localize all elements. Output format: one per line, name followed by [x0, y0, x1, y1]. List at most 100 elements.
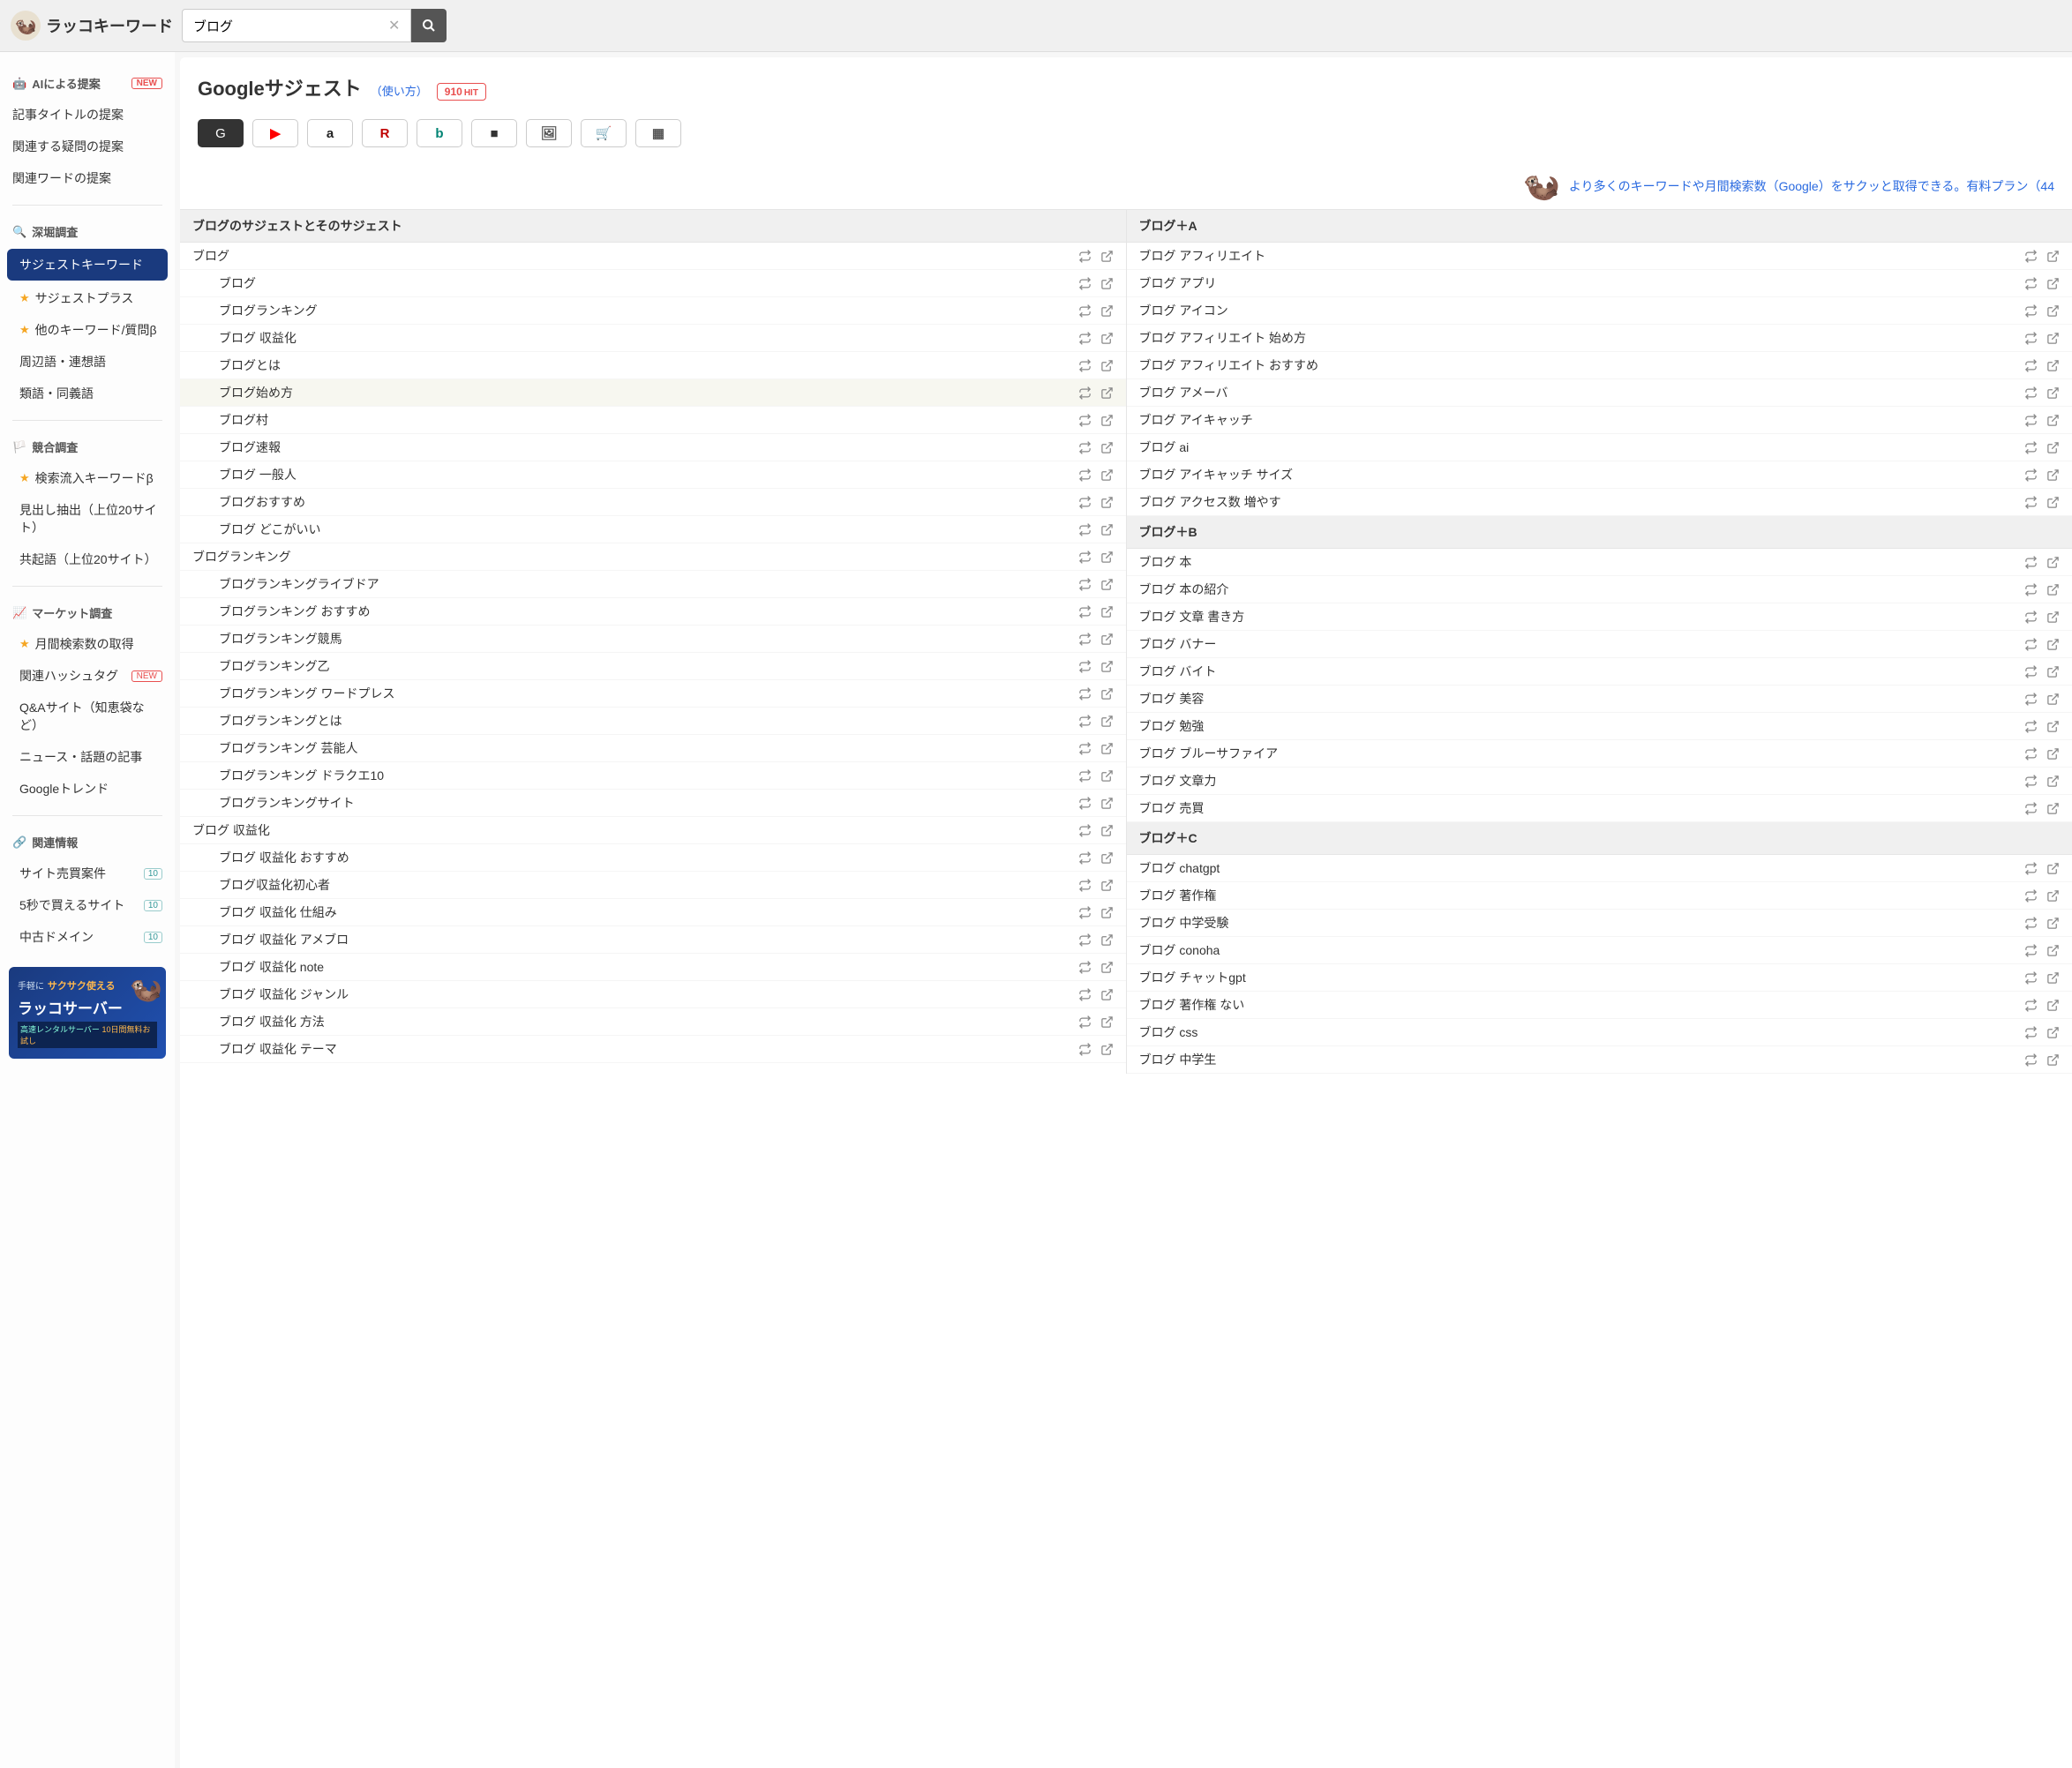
external-link-icon[interactable] [2046, 611, 2060, 624]
retweet-icon[interactable] [1078, 359, 1092, 372]
keyword-row[interactable]: ブログ 文章 書き方 [1127, 603, 2072, 631]
external-link-icon[interactable] [1100, 633, 1114, 646]
sidebar-item[interactable]: ★他のキーワード/質問β [0, 314, 175, 346]
keyword-row[interactable]: ブログ バイト [1127, 658, 2072, 685]
retweet-icon[interactable] [1078, 687, 1092, 700]
retweet-icon[interactable] [1078, 906, 1092, 919]
retweet-icon[interactable] [1078, 633, 1092, 646]
external-link-icon[interactable] [1100, 496, 1114, 509]
search-input[interactable] [182, 9, 411, 42]
retweet-icon[interactable] [1078, 1015, 1092, 1029]
upsell-banner[interactable]: 🦦 より多くのキーワードや月間検索数（Google）をサクッと取得できる。有料プ… [180, 163, 2072, 209]
retweet-icon[interactable] [2024, 611, 2038, 624]
retweet-icon[interactable] [1078, 386, 1092, 400]
retweet-icon[interactable] [2024, 277, 2038, 290]
external-link-icon[interactable] [2046, 802, 2060, 815]
external-link-icon[interactable] [1100, 414, 1114, 427]
external-link-icon[interactable] [2046, 1053, 2060, 1067]
external-link-icon[interactable] [1100, 386, 1114, 400]
keyword-row[interactable]: ブログ アフィリエイト おすすめ [1127, 352, 2072, 379]
keyword-row[interactable]: ブログ chatgpt [1127, 855, 2072, 882]
keyword-row[interactable]: ブログ 美容 [1127, 685, 2072, 713]
external-link-icon[interactable] [2046, 414, 2060, 427]
retweet-icon[interactable] [1078, 961, 1092, 974]
retweet-icon[interactable] [2024, 386, 2038, 400]
sidebar-item[interactable]: 記事タイトルの提案 [0, 99, 175, 131]
retweet-icon[interactable] [2024, 775, 2038, 788]
external-link-icon[interactable] [1100, 578, 1114, 591]
external-link-icon[interactable] [2046, 250, 2060, 263]
retweet-icon[interactable] [1078, 933, 1092, 947]
keyword-row[interactable]: ブログ アイキャッチ サイズ [1127, 461, 2072, 489]
keyword-row[interactable]: ブログ どこがいい [180, 516, 1126, 543]
retweet-icon[interactable] [2024, 693, 2038, 706]
retweet-icon[interactable] [2024, 747, 2038, 760]
external-link-icon[interactable] [1100, 277, 1114, 290]
keyword-row[interactable]: ブログ 収益化 note [180, 954, 1126, 981]
retweet-icon[interactable] [1078, 742, 1092, 755]
external-link-icon[interactable] [2046, 638, 2060, 651]
retweet-icon[interactable] [1078, 277, 1092, 290]
keyword-row[interactable]: ブログ 収益化 仕組み [180, 899, 1126, 926]
source-tab-bing[interactable]: b [417, 119, 462, 147]
keyword-row[interactable]: ブログ conoha [1127, 937, 2072, 964]
keyword-row[interactable]: ブログ速報 [180, 434, 1126, 461]
external-link-icon[interactable] [1100, 250, 1114, 263]
external-link-icon[interactable] [2046, 332, 2060, 345]
keyword-row[interactable]: ブログ 収益化 [180, 325, 1126, 352]
external-link-icon[interactable] [1100, 1043, 1114, 1056]
keyword-row[interactable]: ブログ 中学生 [1127, 1046, 2072, 1074]
keyword-row[interactable]: ブログ 著作権 [1127, 882, 2072, 910]
keyword-row[interactable]: ブログ村 [180, 407, 1126, 434]
keyword-row[interactable]: ブログ アイキャッチ [1127, 407, 2072, 434]
keyword-row[interactable]: ブログ 収益化 おすすめ [180, 844, 1126, 872]
keyword-row[interactable]: ブログ ai [1127, 434, 2072, 461]
keyword-row[interactable]: ブログ 収益化 テーマ [180, 1036, 1126, 1063]
keyword-row[interactable]: ブログ 収益化 ジャンル [180, 981, 1126, 1008]
keyword-row[interactable]: ブログランキング ドラクエ10 [180, 762, 1126, 790]
external-link-icon[interactable] [2046, 496, 2060, 509]
keyword-row[interactable]: ブログ アクセス数 増やす [1127, 489, 2072, 516]
external-link-icon[interactable] [1100, 660, 1114, 673]
external-link-icon[interactable] [2046, 917, 2060, 930]
external-link-icon[interactable] [2046, 862, 2060, 875]
sidebar-item[interactable]: 関連する疑問の提案 [0, 131, 175, 162]
external-link-icon[interactable] [2046, 359, 2060, 372]
sidebar-item[interactable]: 共起語（上位20サイト） [0, 543, 175, 575]
promo-banner[interactable]: 🦦 手軽に サクサク使える ラッコサーバー 高速レンタルサーバー 10日間無料お… [9, 967, 166, 1059]
retweet-icon[interactable] [1078, 304, 1092, 318]
external-link-icon[interactable] [1100, 769, 1114, 783]
retweet-icon[interactable] [2024, 556, 2038, 569]
sidebar-item[interactable]: サイト売買案件10 [0, 858, 175, 889]
keyword-row[interactable]: ブログ css [1127, 1019, 2072, 1046]
keyword-row[interactable]: ブログ 勉強 [1127, 713, 2072, 740]
retweet-icon[interactable] [1078, 769, 1092, 783]
external-link-icon[interactable] [1100, 988, 1114, 1001]
external-link-icon[interactable] [2046, 889, 2060, 903]
retweet-icon[interactable] [1078, 523, 1092, 536]
keyword-row[interactable]: ブログランキング 芸能人 [180, 735, 1126, 762]
sidebar-item[interactable]: 関連ハッシュタグNEW [0, 660, 175, 692]
retweet-icon[interactable] [2024, 862, 2038, 875]
external-link-icon[interactable] [2046, 775, 2060, 788]
external-link-icon[interactable] [1100, 523, 1114, 536]
keyword-row[interactable]: ブログランキング乙 [180, 653, 1126, 680]
retweet-icon[interactable] [1078, 496, 1092, 509]
source-tab-amazon[interactable]: a [307, 119, 353, 147]
external-link-icon[interactable] [2046, 583, 2060, 596]
external-link-icon[interactable] [2046, 747, 2060, 760]
external-link-icon[interactable] [2046, 1026, 2060, 1039]
keyword-row[interactable]: ブログおすすめ [180, 489, 1126, 516]
logo[interactable]: 🦦 ラッコキーワード [11, 11, 173, 41]
source-tab-apps[interactable]: ▦ [635, 119, 681, 147]
retweet-icon[interactable] [1078, 578, 1092, 591]
sidebar-item[interactable]: サジェストキーワード [7, 249, 168, 281]
retweet-icon[interactable] [1078, 414, 1092, 427]
keyword-row[interactable]: ブログランキング ワードプレス [180, 680, 1126, 708]
retweet-icon[interactable] [2024, 720, 2038, 733]
keyword-row[interactable]: ブログランキングライブドア [180, 571, 1126, 598]
sidebar-item[interactable]: 中古ドメイン10 [0, 921, 175, 953]
retweet-icon[interactable] [1078, 851, 1092, 865]
external-link-icon[interactable] [1100, 961, 1114, 974]
external-link-icon[interactable] [1100, 933, 1114, 947]
